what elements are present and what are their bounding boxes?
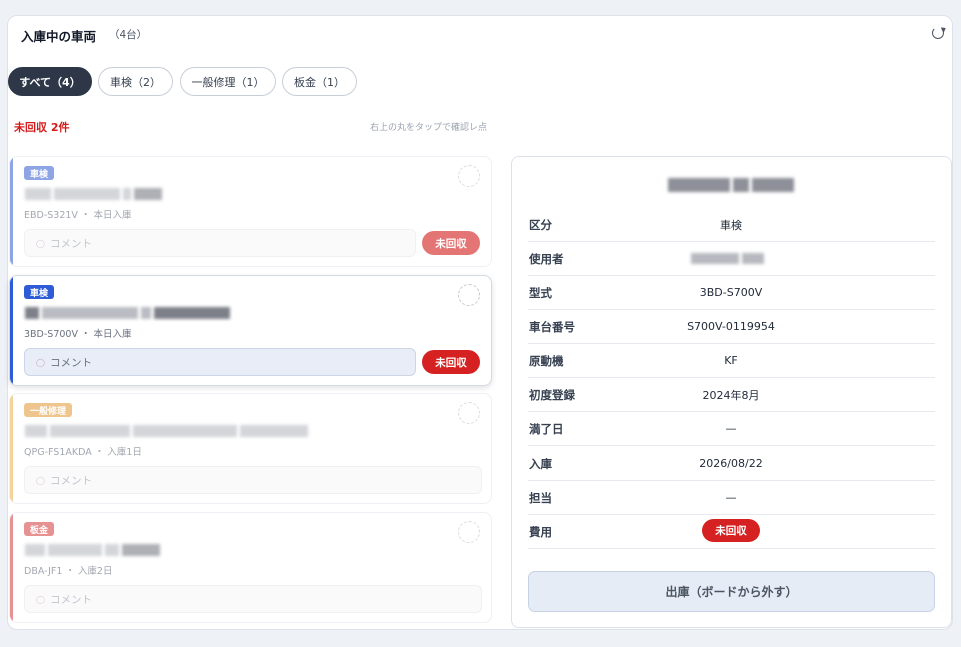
category-bar	[10, 513, 13, 622]
category-badge: 車検	[24, 285, 55, 299]
vehicle-meta: QPG-FS1AKDA ・ 入庫1日	[24, 447, 142, 458]
tab-all[interactable]: すべて（4）	[8, 67, 92, 96]
user-name-redacted	[691, 253, 764, 264]
category-badge: 車検	[24, 166, 55, 180]
detail-row-category: 区分 車検	[528, 208, 935, 242]
category-bar	[10, 276, 13, 385]
detail-row-staff: 担当 —	[528, 481, 935, 515]
comment-field[interactable]: ◯ コメント	[24, 466, 482, 494]
category-badge: 一般修理	[24, 403, 73, 417]
tab-sheet-metal[interactable]: 板金（1）	[282, 67, 357, 96]
unpaid-summary: 未回収 2件	[14, 121, 70, 134]
vehicle-card-selected[interactable]: 車検 3BD-S700V ・ 本日入庫 ◯ コメント 未回収	[9, 275, 492, 386]
tab-general-repair[interactable]: 一般修理（1）	[180, 67, 276, 96]
confirm-check-circle[interactable]	[458, 402, 480, 424]
detail-row-first-registration: 初度登録 2024年8月	[528, 378, 935, 412]
category-bar	[10, 394, 13, 503]
vehicle-card[interactable]: 板金 DBA-JF1 ・ 入庫2日 ◯ コメント	[9, 512, 492, 623]
refresh-icon[interactable]	[932, 27, 944, 39]
vehicle-meta: 3BD-S700V ・ 本日入庫	[24, 329, 132, 340]
unpaid-status-pill[interactable]: 未回収	[702, 519, 760, 542]
vehicle-meta: DBA-JF1 ・ 入庫2日	[24, 566, 113, 577]
comment-icon: ◯	[36, 475, 45, 485]
detail-row-chassis: 車台番号 S700V-0119954	[528, 310, 935, 344]
detail-row-entry: 入庫 2026/08/22	[528, 447, 935, 481]
vehicle-card[interactable]: 車検 EBD-S321V ・ 本日入庫 ◯ コメント 未回収	[9, 156, 492, 267]
comment-icon: ◯	[36, 594, 45, 604]
category-badge: 板金	[24, 522, 55, 536]
vehicle-name-redacted	[25, 542, 160, 557]
page-title: 入庫中の車両	[21, 29, 97, 44]
vehicle-card[interactable]: 一般修理 QPG-FS1AKDA ・ 入庫1日 ◯ コメント	[9, 393, 492, 504]
hint-text: 右上の丸をタップで確認レ点	[370, 123, 488, 133]
detail-row-expiry: 満了日 —	[528, 412, 935, 446]
detail-row-engine: 原動機 KF	[528, 344, 935, 378]
comment-icon: ◯	[36, 238, 45, 248]
confirm-check-circle[interactable]	[458, 521, 480, 543]
release-button[interactable]: 出庫（ボードから外す）	[528, 571, 935, 612]
vehicle-detail-panel: 区分 車検 使用者 型式 3BD-S700V 車台番号 S700V-011995…	[511, 156, 952, 628]
comment-icon: ◯	[36, 357, 45, 367]
vehicle-name-redacted	[25, 186, 162, 201]
detail-row-model: 型式 3BD-S700V	[528, 276, 935, 310]
vehicle-count: （4台）	[109, 29, 148, 41]
unpaid-button[interactable]: 未回収	[422, 350, 480, 374]
detail-row-user: 使用者	[528, 242, 935, 276]
vehicle-name-redacted	[25, 305, 230, 320]
vehicle-name-redacted	[25, 423, 308, 438]
tab-shaken[interactable]: 車検（2）	[98, 67, 173, 96]
confirm-check-circle[interactable]	[458, 165, 480, 187]
comment-field[interactable]: ◯ コメント	[24, 229, 416, 257]
unpaid-button[interactable]: 未回収	[422, 231, 480, 255]
comment-field[interactable]: ◯ コメント	[24, 348, 416, 376]
vehicle-board-panel: 入庫中の車両 （4台） すべて（4） 車検（2） 一般修理（1） 板金（1） 未…	[7, 15, 953, 630]
confirm-check-circle[interactable]	[458, 284, 480, 306]
comment-field[interactable]: ◯ コメント	[24, 585, 482, 613]
category-bar	[10, 157, 13, 266]
vehicle-meta: EBD-S321V ・ 本日入庫	[24, 210, 132, 221]
detail-row-cost: 費用 未回収	[528, 515, 935, 549]
detail-vehicle-name-redacted	[668, 177, 794, 193]
